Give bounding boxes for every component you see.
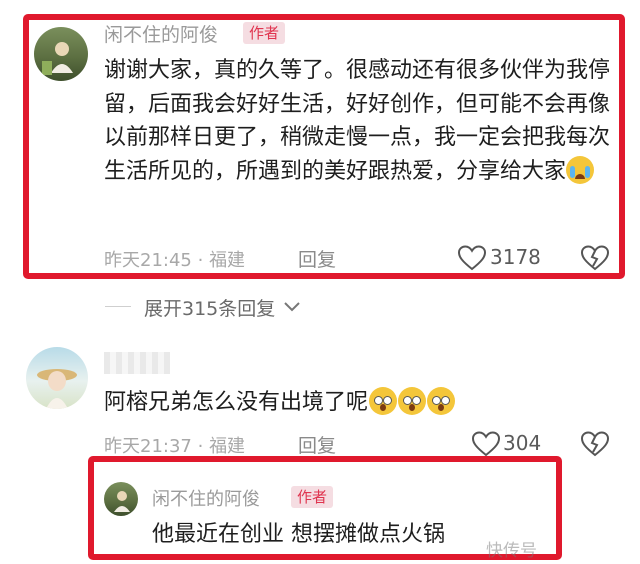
author-username[interactable]: 闲不住的阿俊 <box>104 20 218 47</box>
reply-author-avatar[interactable] <box>104 482 138 516</box>
crying-face-icon <box>566 155 595 184</box>
expand-divider-line <box>105 306 131 307</box>
heart-icon[interactable] <box>472 431 500 457</box>
reply-username[interactable]: 闲不住的阿俊 <box>152 485 260 511</box>
avatar-girl-icon <box>37 369 77 409</box>
reply-text: 他最近在创业 想摆摊做点火锅 <box>152 522 445 547</box>
comment-location: 福建 <box>209 250 246 271</box>
comment-text: 谢谢大家，真的久等了。很感动还有很多伙伴为我停留，后面我会好好生活，好好创作，但… <box>104 54 612 188</box>
author-avatar[interactable] <box>34 27 88 81</box>
comment-meta: 昨天21:45 · 福建 <box>104 250 246 271</box>
dislike-broken-heart-icon[interactable] <box>581 245 609 271</box>
avatar-figure-icon <box>42 42 73 75</box>
author-badge: 作者 <box>243 22 286 44</box>
expand-replies-button[interactable]: 展开315条回复 <box>144 294 301 321</box>
comment2-location: 福建 <box>209 436 246 457</box>
astonished-face-icon <box>427 387 456 415</box>
comment2-text-content: 阿榕兄弟怎么没有出境了呢 <box>104 390 369 415</box>
like2-count: 304 <box>503 431 542 455</box>
comment-time: 昨天21:45 <box>104 250 192 271</box>
dislike-broken-heart-icon[interactable] <box>581 431 609 457</box>
watermark: 快传号 <box>486 541 537 561</box>
heart-icon[interactable] <box>458 245 486 271</box>
like-count: 3178 <box>490 245 541 269</box>
comment2-time: 昨天21:37 <box>104 436 192 457</box>
user-avatar[interactable] <box>26 347 88 409</box>
comment-text-content: 谢谢大家，真的久等了。很感动还有很多伙伴为我停留，后面我会好好生活，好好创作，但… <box>104 58 611 184</box>
reply2-button[interactable]: 回复 <box>298 431 336 458</box>
blurred-username <box>104 352 170 374</box>
reply-author-badge: 作者 <box>291 486 334 508</box>
chevron-down-icon <box>284 302 301 312</box>
expand-replies-label: 展开315条回复 <box>144 298 276 320</box>
reply-button[interactable]: 回复 <box>298 245 336 272</box>
comment2-meta: 昨天21:37 · 福建 <box>104 436 246 457</box>
comment2-text: 阿榕兄弟怎么没有出境了呢 <box>104 386 584 420</box>
avatar-figure-icon <box>114 491 130 512</box>
astonished-face-icon <box>398 387 427 415</box>
astonished-face-icon <box>369 387 398 415</box>
